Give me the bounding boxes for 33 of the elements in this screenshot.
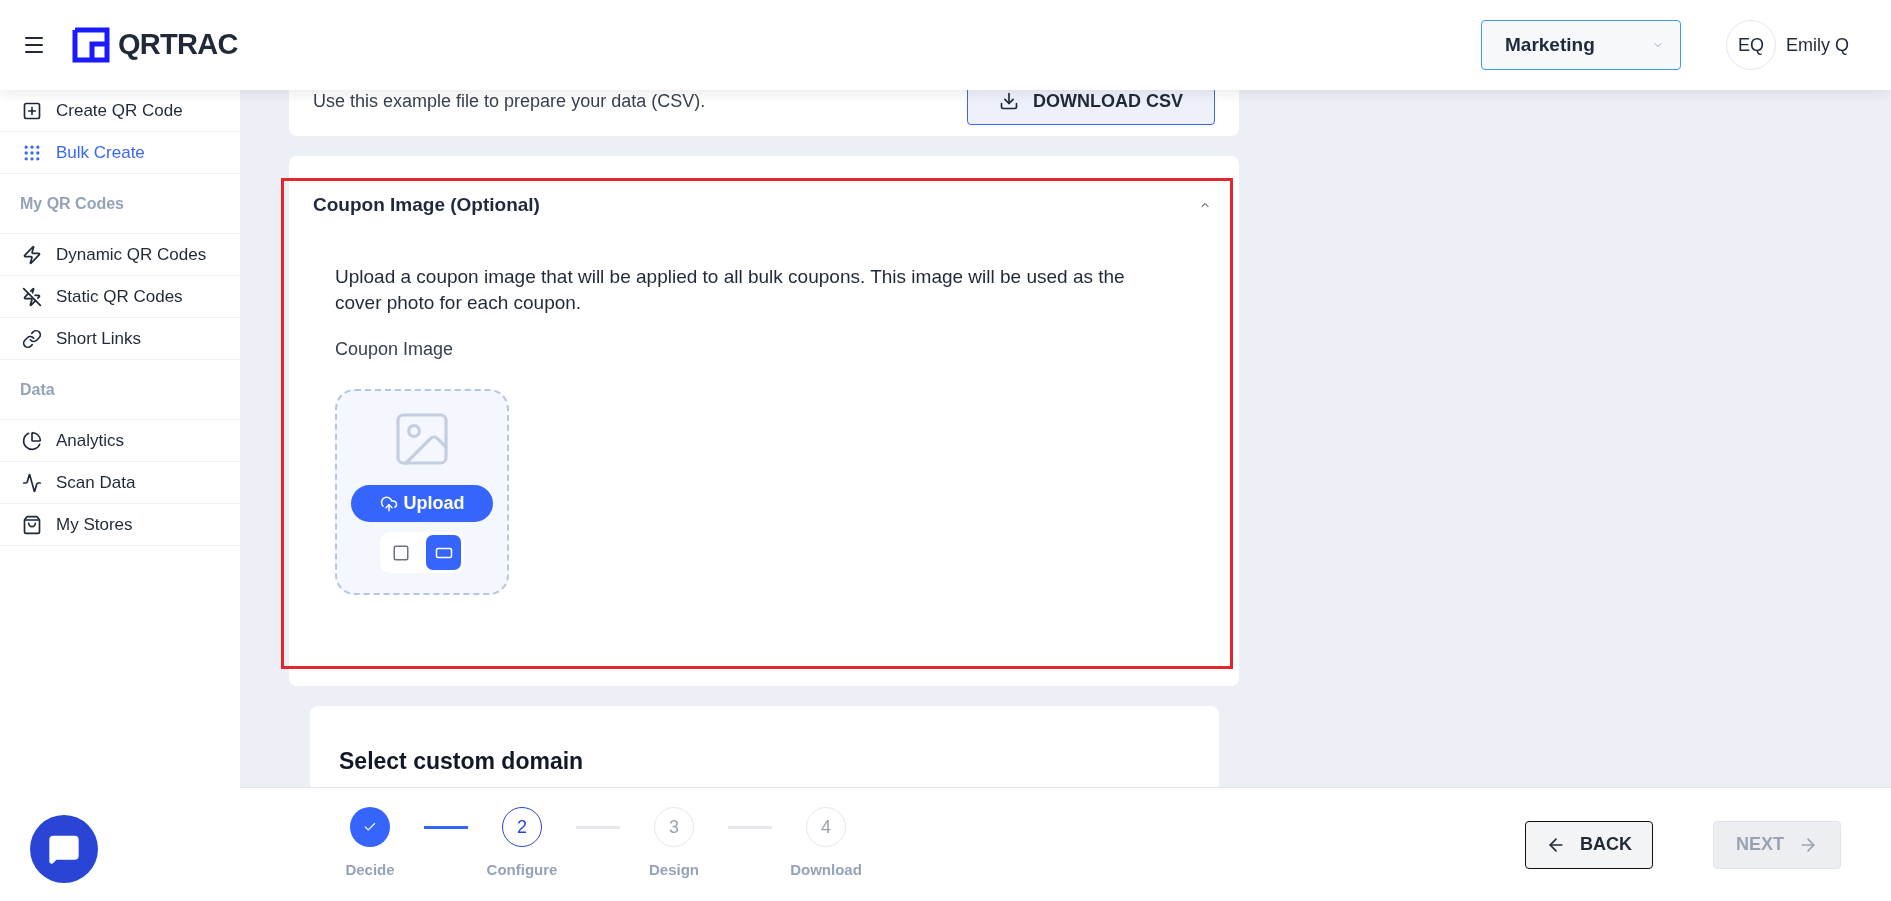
user-name[interactable]: Emily Q xyxy=(1786,31,1849,59)
chat-icon xyxy=(48,833,80,865)
step-label: Download xyxy=(790,860,862,881)
step-label: Decide xyxy=(345,860,395,881)
description-text: Upload a coupon image that will be applied to all bulk coupons. This image will be used as the cover photo for each coupon. xyxy=(335,265,1126,315)
user-avatar[interactable]: EQ xyxy=(1726,20,1776,70)
upload-dropzone[interactable]: Upload xyxy=(335,389,509,595)
section-heading: Data xyxy=(20,379,55,400)
logo-icon xyxy=(72,27,110,63)
step-label: Configure xyxy=(486,860,558,881)
bag-icon xyxy=(22,514,42,535)
wide-shape-option[interactable] xyxy=(426,535,461,570)
download-csv-button[interactable]: DOWNLOAD CSV xyxy=(967,90,1215,125)
section-header[interactable]: Coupon Image (Optional) xyxy=(289,178,1239,218)
field-label: Coupon Image xyxy=(335,338,455,361)
logo-text: QRTRAC xyxy=(118,27,238,63)
step-label: Design xyxy=(649,860,699,881)
upload-icon xyxy=(379,494,398,513)
lightning-icon xyxy=(22,244,42,265)
link-icon xyxy=(22,328,42,349)
square-icon xyxy=(391,543,410,562)
card-title: Select custom domain xyxy=(339,748,584,774)
lightning-off-icon xyxy=(22,286,42,307)
pulse-icon xyxy=(22,472,42,493)
section-heading: My QR Codes xyxy=(20,193,124,214)
back-button[interactable]: BACK xyxy=(1525,820,1653,869)
step-connector xyxy=(424,826,468,830)
example-text: Use this example file to prepare your data (CSV). xyxy=(313,90,706,113)
plus-square-icon xyxy=(22,100,42,121)
workspace-select[interactable]: Marketing xyxy=(1481,20,1681,70)
pie-chart-icon xyxy=(22,430,42,451)
upload-button[interactable]: Upload xyxy=(351,485,493,522)
download-icon xyxy=(999,91,1019,111)
